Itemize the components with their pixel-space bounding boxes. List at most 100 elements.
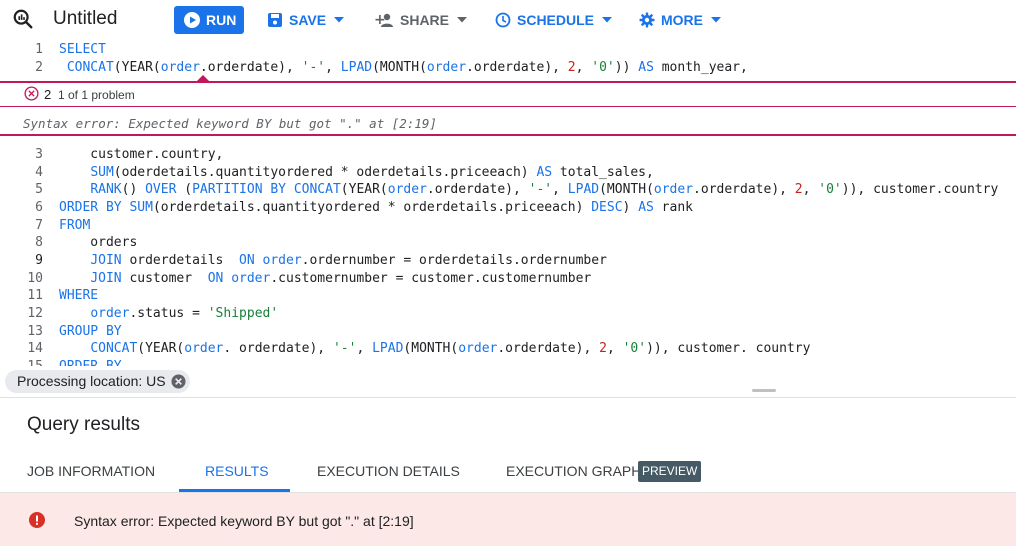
line-number: 7	[35, 218, 43, 233]
processing-location-label: Processing location: US	[17, 373, 166, 389]
share-button[interactable]: + SHARE	[374, 9, 468, 31]
code-token: ,	[802, 182, 819, 197]
code-line[interactable]: 5 RANK() OVER (PARTITION BY CONCAT(YEAR(…	[0, 181, 1016, 199]
code-line[interactable]: 7 FROM	[0, 217, 1016, 235]
line-number: 2	[35, 60, 43, 75]
code-token: 2	[599, 341, 607, 356]
clock-icon	[495, 12, 511, 28]
code-token: FROM	[59, 218, 91, 233]
code-line[interactable]: 9 JOIN orderdetails ON order.ordernumber…	[0, 252, 1016, 270]
problem-widget-border-bottom	[0, 134, 1016, 136]
code-text: orders	[59, 234, 137, 252]
line-number: 10	[27, 271, 43, 286]
run-label: RUN	[206, 12, 237, 28]
more-button[interactable]: MORE	[639, 9, 721, 31]
code-token: order	[387, 182, 427, 197]
code-token: order	[653, 182, 694, 197]
code-token: LPAD	[567, 182, 600, 197]
code-line[interactable]: 2 CONCAT(YEAR(order.orderdate), '-', LPA…	[0, 59, 1016, 77]
code-text: WHERE	[59, 287, 98, 305]
code-token: ORDER BY	[59, 359, 122, 366]
line-number: 8	[35, 235, 43, 250]
code-line[interactable]: 8 orders	[0, 234, 1016, 252]
code-token: PARTITION BY CONCAT	[192, 182, 341, 197]
code-token: .orderdate),	[426, 182, 529, 197]
code-token: (MONTH(	[372, 60, 427, 75]
close-icon[interactable]	[171, 374, 186, 389]
code-token: SUM	[90, 165, 114, 180]
code-token: '-'	[301, 60, 326, 75]
code-line[interactable]: 6 ORDER BY SUM(orderdetails.quantityorder…	[0, 199, 1016, 217]
chevron-down-icon	[711, 17, 721, 23]
code-token: orders	[59, 235, 138, 250]
code-line[interactable]: 12 order.status = 'Shipped'	[0, 305, 1016, 323]
code-line[interactable]: 4 SUM(oderdetails.quantityordered * oder…	[0, 164, 1016, 182]
code-token: . orderdate),	[223, 341, 333, 356]
results-divider	[0, 397, 1016, 398]
code-token: month_year,	[653, 60, 748, 75]
code-line[interactable]: 14 CONCAT(YEAR(order. orderdate), '-', L…	[0, 340, 1016, 358]
share-label: SHARE	[400, 12, 450, 28]
code-line[interactable]: 11 WHERE	[0, 287, 1016, 305]
code-line[interactable]: 1 SELECT	[0, 41, 1016, 59]
code-token: AS	[638, 60, 654, 75]
problem-message: Syntax error: Expected keyword BY but go…	[23, 116, 437, 131]
code-line[interactable]: 3 customer.country,	[0, 146, 1016, 164]
schedule-label: SCHEDULE	[517, 12, 595, 28]
code-token: 2	[567, 60, 576, 75]
code-token: LPAD	[340, 60, 373, 75]
code-token: ()	[121, 182, 146, 197]
code-text: ORDER BY SUM(orderdetails.quantityordere…	[59, 199, 693, 217]
save-label: SAVE	[289, 12, 327, 28]
code-line[interactable]: 10 JOIN customer ON order.customernumber…	[0, 270, 1016, 288]
play-icon	[184, 12, 200, 28]
code-token: .orderdate),	[199, 60, 302, 75]
save-icon	[268, 13, 282, 27]
code-token: (MONTH(	[599, 182, 654, 197]
code-token: (YEAR(	[137, 341, 185, 356]
code-text: JOIN orderdetails ON order.ordernumber =…	[59, 252, 607, 270]
add-person-icon: +	[374, 12, 393, 28]
schedule-button[interactable]: SCHEDULE	[495, 9, 613, 31]
code-token: (	[176, 182, 193, 197]
query-title[interactable]: Untitled	[53, 8, 117, 30]
code-token: (YEAR(	[340, 182, 388, 197]
code-token: .status =	[129, 306, 208, 321]
tab-execution-graph[interactable]: EXECUTION GRAPH	[506, 463, 641, 479]
code-token: '0'	[591, 60, 615, 75]
code-line[interactable]: 15 ORDER BY	[0, 358, 1016, 366]
error-icon	[29, 512, 45, 528]
line-number: 6	[35, 200, 43, 215]
code-token: GROUP BY	[59, 324, 122, 339]
problem-widget-header: 2 1 of 1 problem	[0, 83, 1016, 106]
code-token: )), customer.country	[841, 182, 999, 197]
panel-resize-handle[interactable]	[752, 389, 776, 392]
line-number: 13	[27, 324, 43, 339]
code-text: SELECT	[59, 41, 106, 59]
code-token: .ordernumber = orderdetails.ordernumber	[301, 253, 607, 268]
code-token: ,	[575, 60, 592, 75]
line-number: 4	[35, 165, 43, 180]
code-token: ,	[606, 341, 623, 356]
code-text: RANK() OVER (PARTITION BY CONCAT(YEAR(or…	[59, 181, 998, 199]
error-circle-icon	[24, 86, 39, 101]
save-button[interactable]: SAVE	[267, 9, 345, 31]
more-label: MORE	[661, 12, 703, 28]
code-token: DESC	[591, 200, 623, 215]
code-token: order	[90, 306, 130, 321]
code-token: ))	[614, 60, 639, 75]
tab-results[interactable]: RESULTS	[205, 463, 269, 479]
problem-summary: 1 of 1 problem	[58, 88, 135, 102]
line-number: 3	[35, 147, 43, 162]
tab-execution-details[interactable]: EXECUTION DETAILS	[317, 463, 460, 479]
processing-location-chip[interactable]: Processing location: US	[5, 370, 190, 393]
code-token: .customernumber = customer.customernumbe…	[270, 271, 592, 286]
code-token: ,	[325, 60, 341, 75]
code-line[interactable]: 13 GROUP BY	[0, 323, 1016, 341]
run-button[interactable]: RUN	[174, 6, 244, 34]
tab-job-information[interactable]: JOB INFORMATION	[27, 463, 155, 479]
